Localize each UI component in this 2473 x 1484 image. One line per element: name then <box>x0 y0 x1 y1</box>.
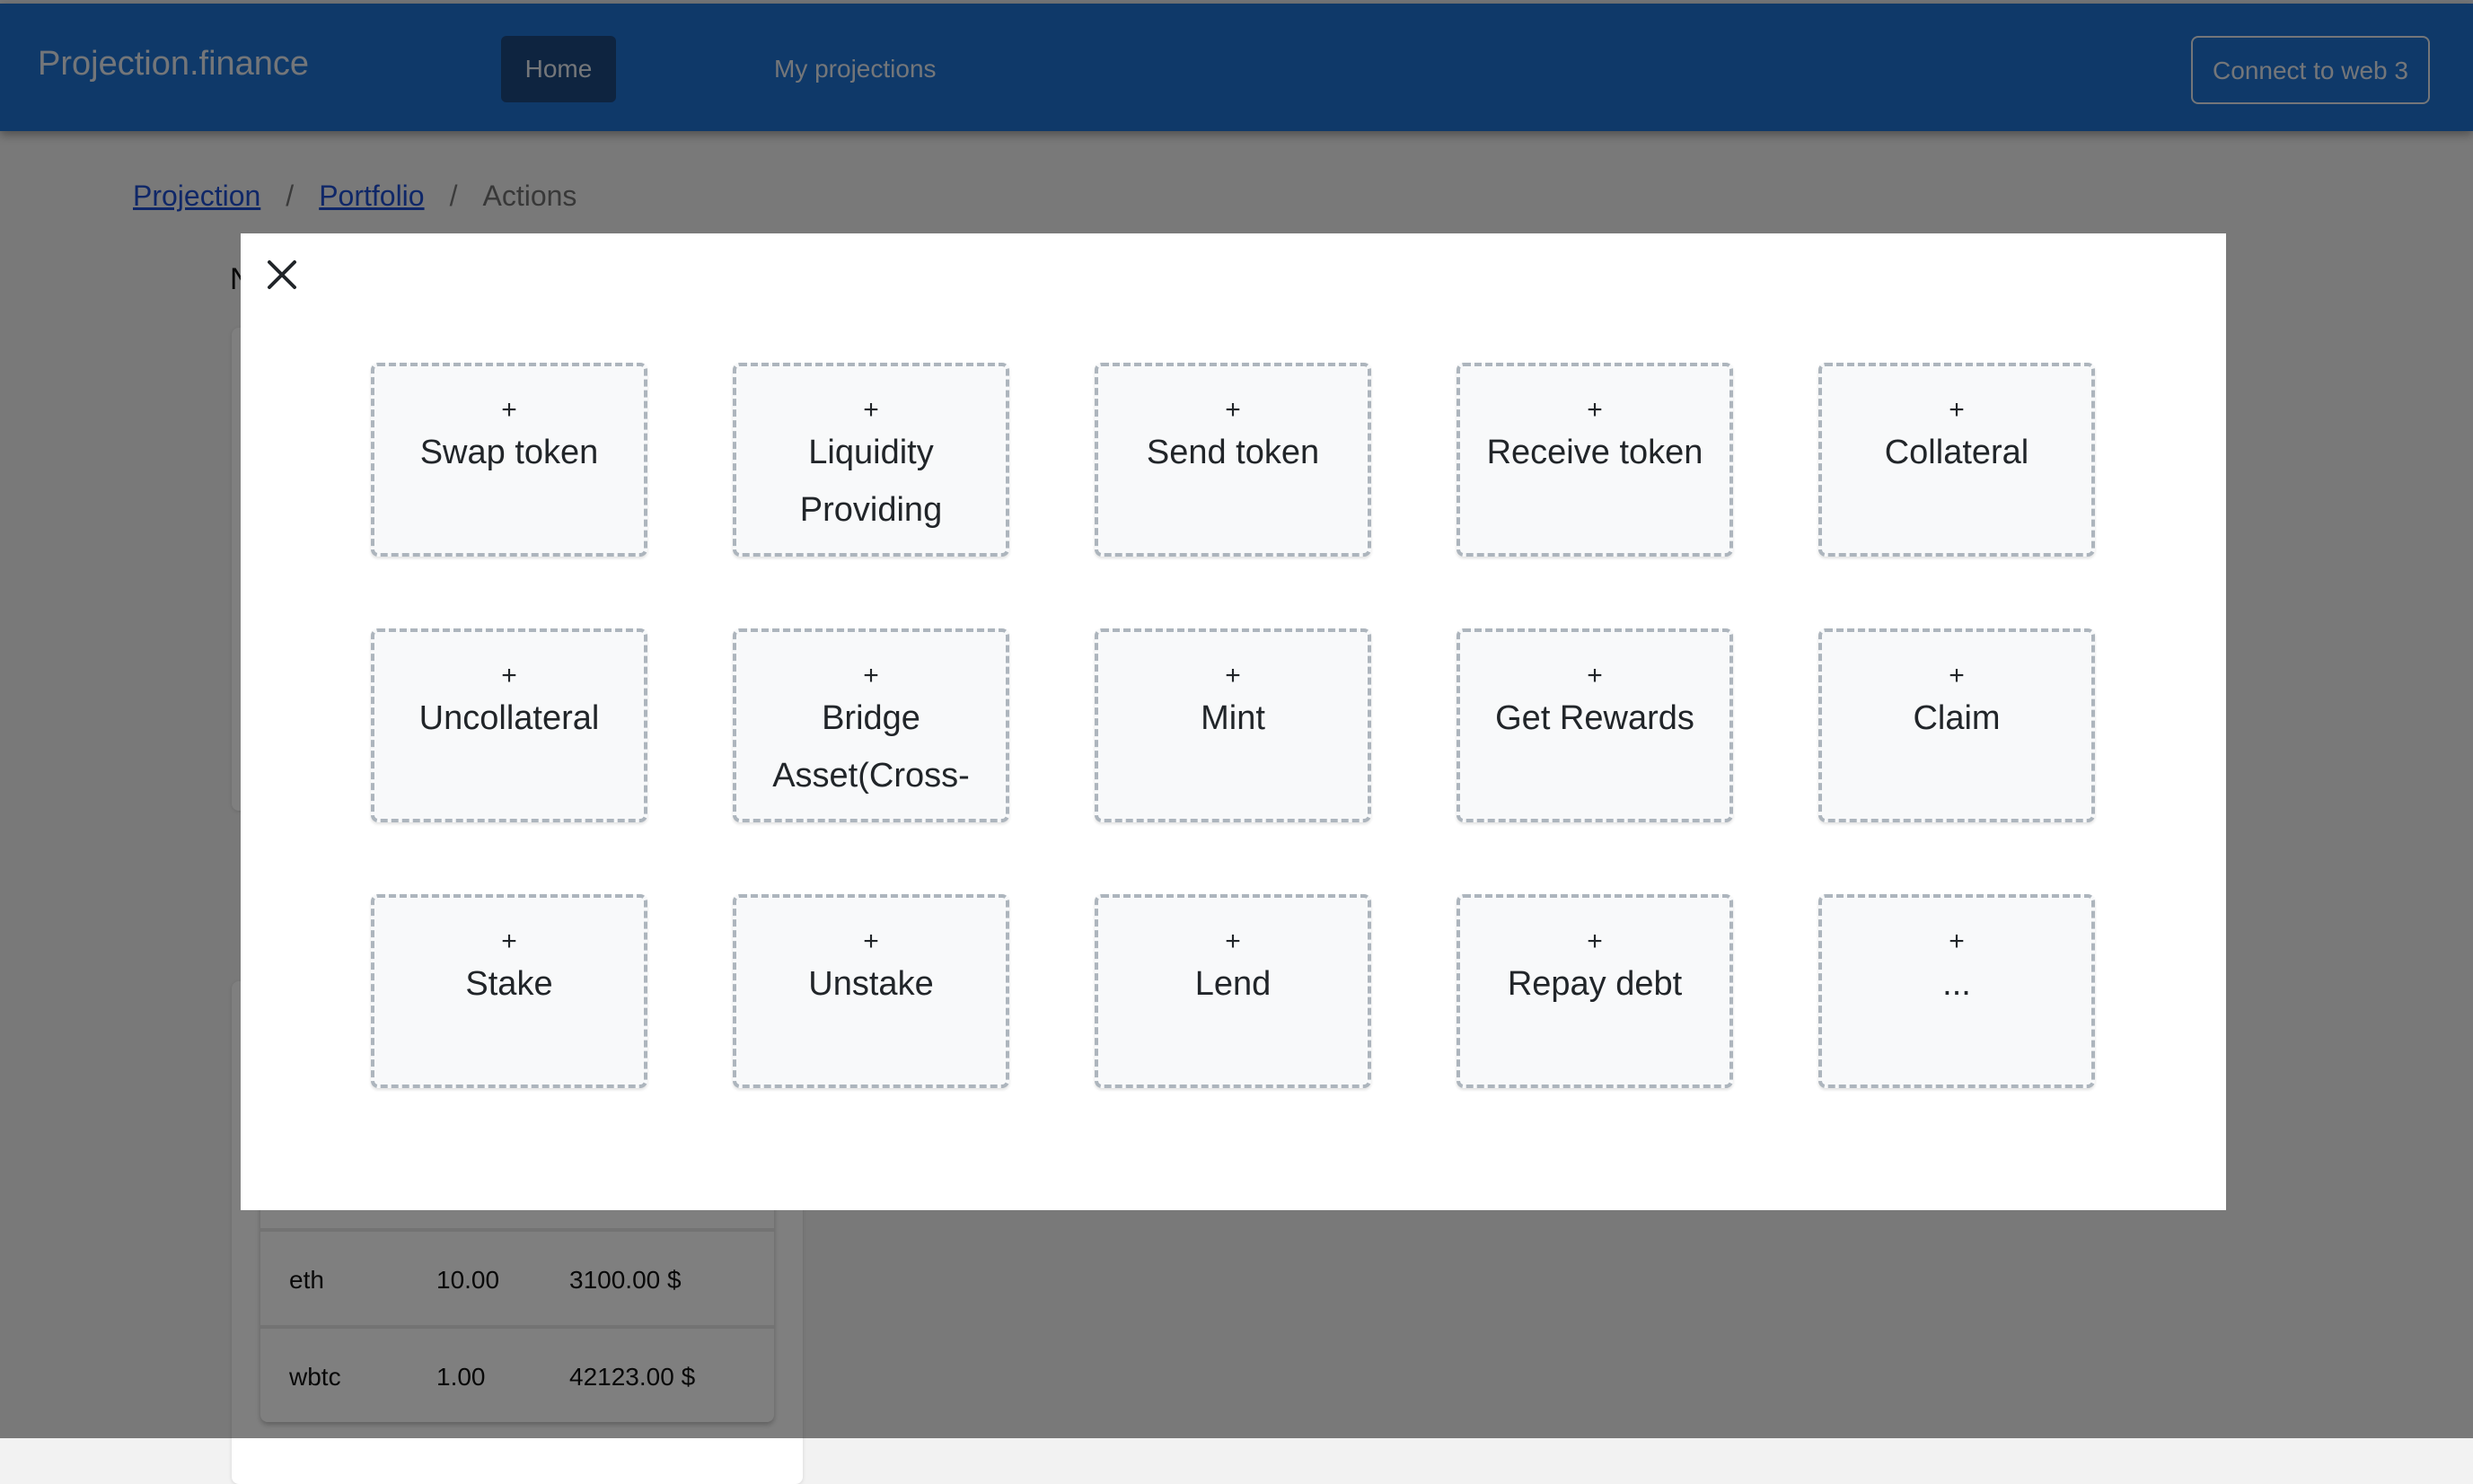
plus-icon: + <box>1587 661 1603 690</box>
action-card-repay-debt[interactable]: + Repay debt <box>1457 894 1733 1088</box>
close-button[interactable] <box>264 257 300 293</box>
action-label: Stake <box>465 965 553 1003</box>
plus-icon: + <box>1949 926 1965 956</box>
action-card-mint[interactable]: + Mint <box>1095 628 1371 822</box>
action-label: Bridge Asset(Cross-chain) <box>772 699 970 819</box>
action-card-unstake[interactable]: + Unstake <box>733 894 1009 1088</box>
action-card-get-rewards[interactable]: + Get Rewards <box>1457 628 1733 822</box>
plus-icon: + <box>1225 926 1241 956</box>
action-label: Claim <box>1913 699 2001 737</box>
action-label: Repay debt <box>1507 965 1683 1003</box>
plus-icon: + <box>1587 395 1603 425</box>
action-label: Receive token <box>1486 434 1703 471</box>
action-label: Mint <box>1201 699 1265 737</box>
plus-icon: + <box>501 661 517 690</box>
action-card-bridge-asset[interactable]: + Bridge Asset(Cross-chain) <box>733 628 1009 822</box>
action-label: Unstake <box>808 965 934 1003</box>
action-label: Collateral <box>1884 434 2029 471</box>
action-label: ... <box>1942 965 1971 1003</box>
plus-icon: + <box>1225 395 1241 425</box>
plus-icon: + <box>501 395 517 425</box>
action-card-claim[interactable]: + Claim <box>1818 628 2095 822</box>
action-label: Get Rewards <box>1495 699 1694 737</box>
plus-icon: + <box>501 926 517 956</box>
plus-icon: + <box>1225 661 1241 690</box>
action-label: Send token <box>1146 434 1320 471</box>
action-label: Lend <box>1194 965 1272 1003</box>
action-card-receive-token[interactable]: + Receive token <box>1457 363 1733 557</box>
action-card-more[interactable]: + ... <box>1818 894 2095 1088</box>
plus-icon: + <box>863 926 879 956</box>
plus-icon: + <box>1949 395 1965 425</box>
action-label: Uncollateral <box>418 699 600 737</box>
action-label: Swap token <box>419 434 599 471</box>
action-card-liquidity-providing[interactable]: + Liquidity Providing <box>733 363 1009 557</box>
plus-icon: + <box>1949 661 1965 690</box>
action-card-collateral[interactable]: + Collateral <box>1818 363 2095 557</box>
close-icon <box>268 260 296 289</box>
action-card-lend[interactable]: + Lend <box>1095 894 1371 1088</box>
action-card-swap-token[interactable]: + Swap token <box>371 363 647 557</box>
plus-icon: + <box>863 395 879 425</box>
action-card-send-token[interactable]: + Send token <box>1095 363 1371 557</box>
action-card-stake[interactable]: + Stake <box>371 894 647 1088</box>
plus-icon: + <box>1587 926 1603 956</box>
actions-modal: + Swap token + Liquidity Providing + Sen… <box>241 233 2226 1210</box>
action-card-uncollateral[interactable]: + Uncollateral <box>371 628 647 822</box>
plus-icon: + <box>863 661 879 690</box>
action-label: Liquidity Providing <box>799 434 943 529</box>
